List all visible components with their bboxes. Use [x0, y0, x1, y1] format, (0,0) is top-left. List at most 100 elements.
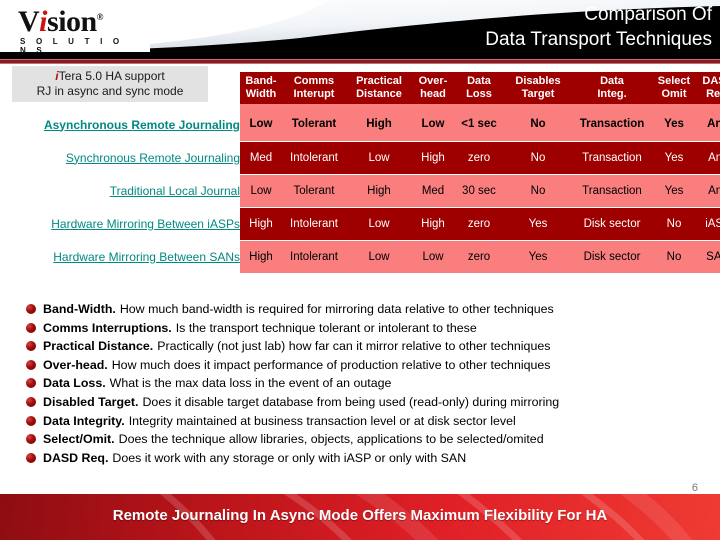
row-label-link[interactable]: Synchronous Remote Journaling: [66, 151, 240, 165]
cell-disables-target: No: [504, 108, 572, 141]
cell-disables-target: No: [504, 174, 572, 207]
logo-trademark-icon: ®: [96, 12, 104, 22]
col-header-line1: DASD: [702, 75, 720, 87]
header-corner-blank: [0, 72, 240, 104]
col-header-line2: Integ.: [597, 88, 627, 100]
table-head: Band- Width Comms Interupt Practical Dis…: [0, 72, 720, 108]
legend-bullet-list: Band-Width. How much band-width is requi…: [26, 300, 716, 467]
cell-data-loss: zero: [454, 140, 504, 175]
cell-comms-interupt: Intolerant: [282, 240, 346, 273]
cell-data-integrity: Transaction: [572, 108, 652, 141]
comparison-table: Band- Width Comms Interupt Practical Dis…: [0, 72, 720, 273]
bullet-description: Does it work with any storage or only wi…: [112, 450, 467, 465]
list-item: Comms Interruptions. Is the transport te…: [26, 319, 716, 338]
logo-letter-i: i: [39, 5, 48, 38]
col-header-line2: Interupt: [293, 88, 335, 100]
bullet-dot-icon: [26, 378, 36, 389]
table-row: Synchronous Remote Journaling Med Intole…: [0, 140, 720, 175]
slide-title: Comparison Of Data Transport Techniques: [485, 2, 712, 52]
list-item: Over-head. How much does it impact perfo…: [26, 356, 716, 375]
slide-header: Vision® S O L U T I O N S Comparison Of …: [0, 0, 720, 59]
cell-overhead: Low: [412, 240, 454, 273]
col-header-overhead: Over- head: [412, 72, 454, 104]
cell-dasd-req: Any: [696, 140, 720, 175]
cell-data-loss: <1 sec: [454, 108, 504, 141]
row-label-link[interactable]: Traditional Local Journal: [110, 184, 240, 198]
cell-data-integrity: Transaction: [572, 140, 652, 175]
cell-overhead: High: [412, 206, 454, 241]
bullet-dot-icon: [26, 434, 36, 445]
cell-practical-distance: Low: [346, 206, 412, 241]
row-label-link[interactable]: Hardware Mirroring Between iASPs: [51, 217, 240, 231]
cell-comms-interupt: Intolerant: [282, 206, 346, 241]
bullet-term: Band-Width.: [43, 302, 116, 316]
row-label-sync-remote-journaling[interactable]: Synchronous Remote Journaling: [0, 141, 240, 174]
col-header-comms-interupt: Comms Interupt: [282, 72, 346, 104]
bullet-term: Disabled Target.: [43, 394, 139, 409]
cell-select-omit: No: [652, 206, 696, 241]
table-row: Hardware Mirroring Between iASPs High In…: [0, 206, 720, 241]
row-label-hardware-mirroring-sans[interactable]: Hardware Mirroring Between SANs: [0, 240, 240, 273]
cell-band-width: Low: [240, 108, 282, 141]
title-line-1: Comparison Of: [584, 4, 712, 25]
bullet-term: Data Loss.: [43, 376, 106, 391]
bullet-dot-icon: [26, 322, 36, 333]
col-header-line2: Loss: [466, 88, 492, 100]
cell-select-omit: Yes: [652, 108, 696, 141]
row-label-async-remote-journaling[interactable]: Asynchronous Remote Journaling: [0, 108, 240, 141]
table-row: Traditional Local Journal Low Tolerant H…: [0, 174, 720, 207]
bullet-description: Is the transport technique tolerant or i…: [175, 320, 477, 335]
col-header-line2: Distance: [356, 88, 402, 100]
col-header-line1: Disables: [515, 75, 561, 87]
table-body: Asynchronous Remote Journaling Low Toler…: [0, 108, 720, 273]
col-header-practical-distance: Practical Distance: [346, 72, 412, 104]
logo-letter-v: V: [18, 5, 40, 38]
cell-dasd-req: SAN: [696, 240, 720, 273]
bullet-dot-icon: [26, 396, 36, 407]
title-line-2: Data Transport Techniques: [485, 29, 712, 50]
col-header-line2: Omit: [661, 88, 687, 100]
bullet-description: Does it disable target database from bei…: [142, 394, 560, 409]
cell-overhead: Low: [412, 108, 454, 141]
bullet-term: Comms Interruptions.: [43, 320, 172, 335]
bullet-term: Data Integrity.: [43, 413, 125, 428]
cell-disables-target: No: [504, 140, 572, 175]
logo-letters-rest: sion: [47, 5, 97, 38]
table-row: Asynchronous Remote Journaling Low Toler…: [0, 108, 720, 141]
col-header-line2: head: [420, 88, 446, 100]
bullet-description: Practically (not just lab) how far can i…: [157, 339, 551, 354]
row-label-hardware-mirroring-iasps[interactable]: Hardware Mirroring Between iASPs: [0, 207, 240, 240]
cell-select-omit: Yes: [652, 174, 696, 207]
cell-dasd-req: iASP: [696, 206, 720, 241]
table-header-row: Band- Width Comms Interupt Practical Dis…: [0, 72, 720, 104]
list-item: Select/Omit. Does the technique allow li…: [26, 430, 716, 449]
row-label-link[interactable]: Asynchronous Remote Journaling: [44, 118, 240, 132]
row-label-traditional-local-journal[interactable]: Traditional Local Journal: [0, 174, 240, 207]
col-header-line1: Data: [600, 75, 624, 87]
cell-data-loss: zero: [454, 240, 504, 273]
col-header-line1: Practical: [356, 75, 402, 87]
bullet-description: How much band-width is required for mirr…: [119, 302, 554, 316]
col-header-line2: Width: [245, 88, 277, 100]
col-header-line1: Comms: [293, 75, 335, 87]
cell-band-width: High: [240, 240, 282, 273]
list-item: Practical Distance. Practically (not jus…: [26, 337, 716, 356]
list-item: Disabled Target. Does it disable target …: [26, 393, 716, 412]
col-header-select-omit: Select Omit: [652, 72, 696, 104]
bullet-dot-icon: [26, 304, 36, 314]
bullet-description: What is the max data loss in the event o…: [109, 376, 392, 391]
list-item: Data Integrity. Integrity maintained at …: [26, 412, 716, 431]
comparison-table-container: Band- Width Comms Interupt Practical Dis…: [0, 72, 720, 273]
row-label-link[interactable]: Hardware Mirroring Between SANs: [53, 250, 240, 264]
cell-select-omit: Yes: [652, 140, 696, 175]
header-divider-rule: [0, 59, 720, 64]
slide-footer: Remote Journaling In Async Mode Offers M…: [0, 494, 720, 540]
cell-band-width: High: [240, 206, 282, 241]
col-header-line2: Target: [521, 88, 555, 100]
cell-overhead: Med: [412, 174, 454, 207]
cell-data-integrity: Transaction: [572, 174, 652, 207]
list-item: Band-Width. How much band-width is requi…: [26, 300, 716, 319]
cell-dasd-req: Any: [696, 174, 720, 207]
cell-disables-target: Yes: [504, 240, 572, 273]
list-item: Data Loss. What is the max data loss in …: [26, 374, 716, 393]
